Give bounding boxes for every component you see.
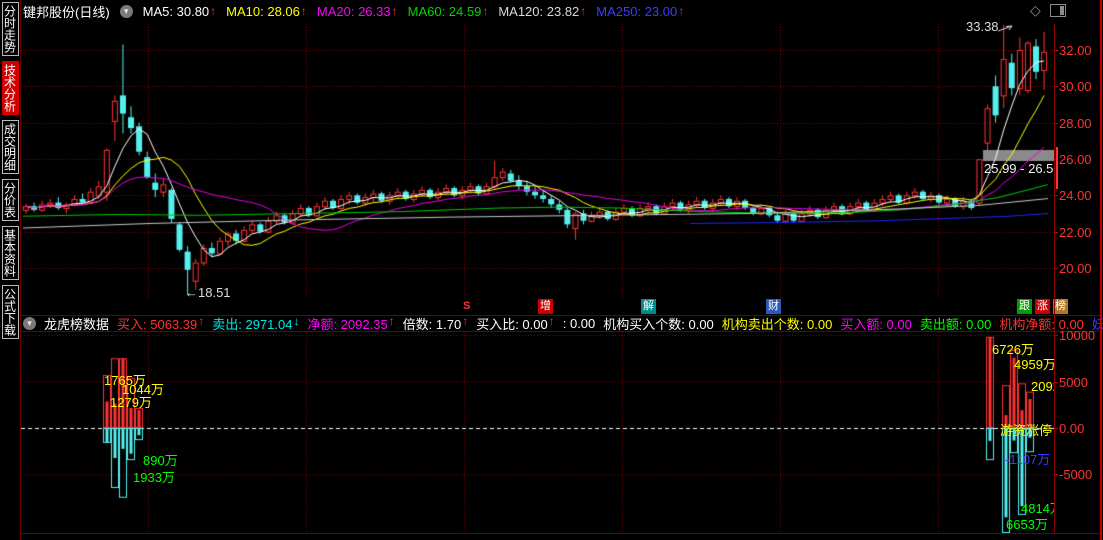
event-marker-S[interactable]: S — [463, 300, 470, 312]
event-marker-榜[interactable]: 榜 — [1053, 299, 1068, 314]
main-chart-annotations: 33.38 ←18.51 25.99 - 26.50 — [21, 0, 1054, 315]
data-label: 6653万 — [1006, 517, 1048, 532]
gap-axis-bracket — [1056, 147, 1062, 189]
data-label: -1107万 — [1005, 452, 1051, 467]
axis-label-24.00: 24.00 — [1059, 188, 1092, 203]
sub-chart-annotations: 1765万1044万1279万890万1933万6726万4959万2092游资… — [21, 332, 1054, 533]
data-label: 2092 — [1031, 379, 1054, 394]
axis-label-0.00: 0.00 — [1059, 421, 1085, 436]
field-value: : 0.00 — [562, 316, 596, 331]
trading-app-window: 分时走势 技术分析 成交明细 分价表 基本资料 公式下载 键邦股份(日线) ▾ MA5: … — [0, 0, 1103, 540]
axis-label-26.00: 26.00 — [1059, 152, 1092, 167]
gap-range-label: 25.99 - 26.50 — [984, 161, 1054, 176]
sidebar-item-技术分析[interactable]: 技术分析 — [1, 61, 19, 115]
event-marker-财[interactable]: 财 — [766, 299, 781, 314]
axis-label-30.00: 30.00 — [1059, 79, 1092, 94]
left-tab-sidebar: 分时走势技术分析成交明细分价表基本资料公式下载 — [0, 0, 21, 540]
indicator-field-blank: : 0.00 — [563, 316, 596, 331]
low-price-label: ←18.51 — [185, 285, 231, 300]
bottom-border-line — [21, 533, 1102, 534]
axis-label-32.00: 32.00 — [1059, 43, 1092, 58]
axis-label-28.00: 28.00 — [1059, 116, 1092, 131]
window-right-border — [1100, 0, 1102, 540]
indicator-header: ▾ 龙虎榜数据 买入: 5063.39 ↑ 卖出: 2971.04 ↓ 净额: 2092… — [23, 314, 1103, 332]
chevron-down-icon[interactable]: ▾ — [23, 317, 36, 330]
sidebar-item-分价表[interactable]: 分价表 — [1, 179, 19, 221]
axis-label-10000: 10000 — [1059, 328, 1096, 343]
axis-label-22.00: 22.00 — [1059, 225, 1092, 240]
event-marker-涨[interactable]: 涨 — [1035, 299, 1050, 314]
axis-label--5000: -5000 — [1059, 467, 1093, 482]
data-label: 1279万 — [110, 395, 152, 410]
data-label: 4959万 — [1014, 357, 1054, 372]
sidebar-item-成交明细[interactable]: 成交明细 — [1, 120, 19, 174]
axis-label-5000: 5000 — [1059, 375, 1088, 390]
axis-border-line — [1054, 24, 1055, 533]
data-label: 游资涨停 — [1000, 423, 1053, 438]
high-price-label: 33.38 — [966, 19, 999, 34]
event-marker-增[interactable]: 增 — [538, 299, 553, 314]
data-label: 1933万 — [133, 470, 175, 485]
event-marker-解[interactable]: 解 — [641, 299, 656, 314]
sidebar-item-公式下载[interactable]: 公式下载 — [1, 285, 19, 339]
sidebar-item-分时走势[interactable]: 分时走势 — [1, 2, 19, 56]
sidebar-item-基本资料[interactable]: 基本资料 — [1, 226, 19, 280]
axis-label-20.00: 20.00 — [1059, 261, 1092, 276]
event-marker-跟[interactable]: 跟 — [1017, 299, 1032, 314]
